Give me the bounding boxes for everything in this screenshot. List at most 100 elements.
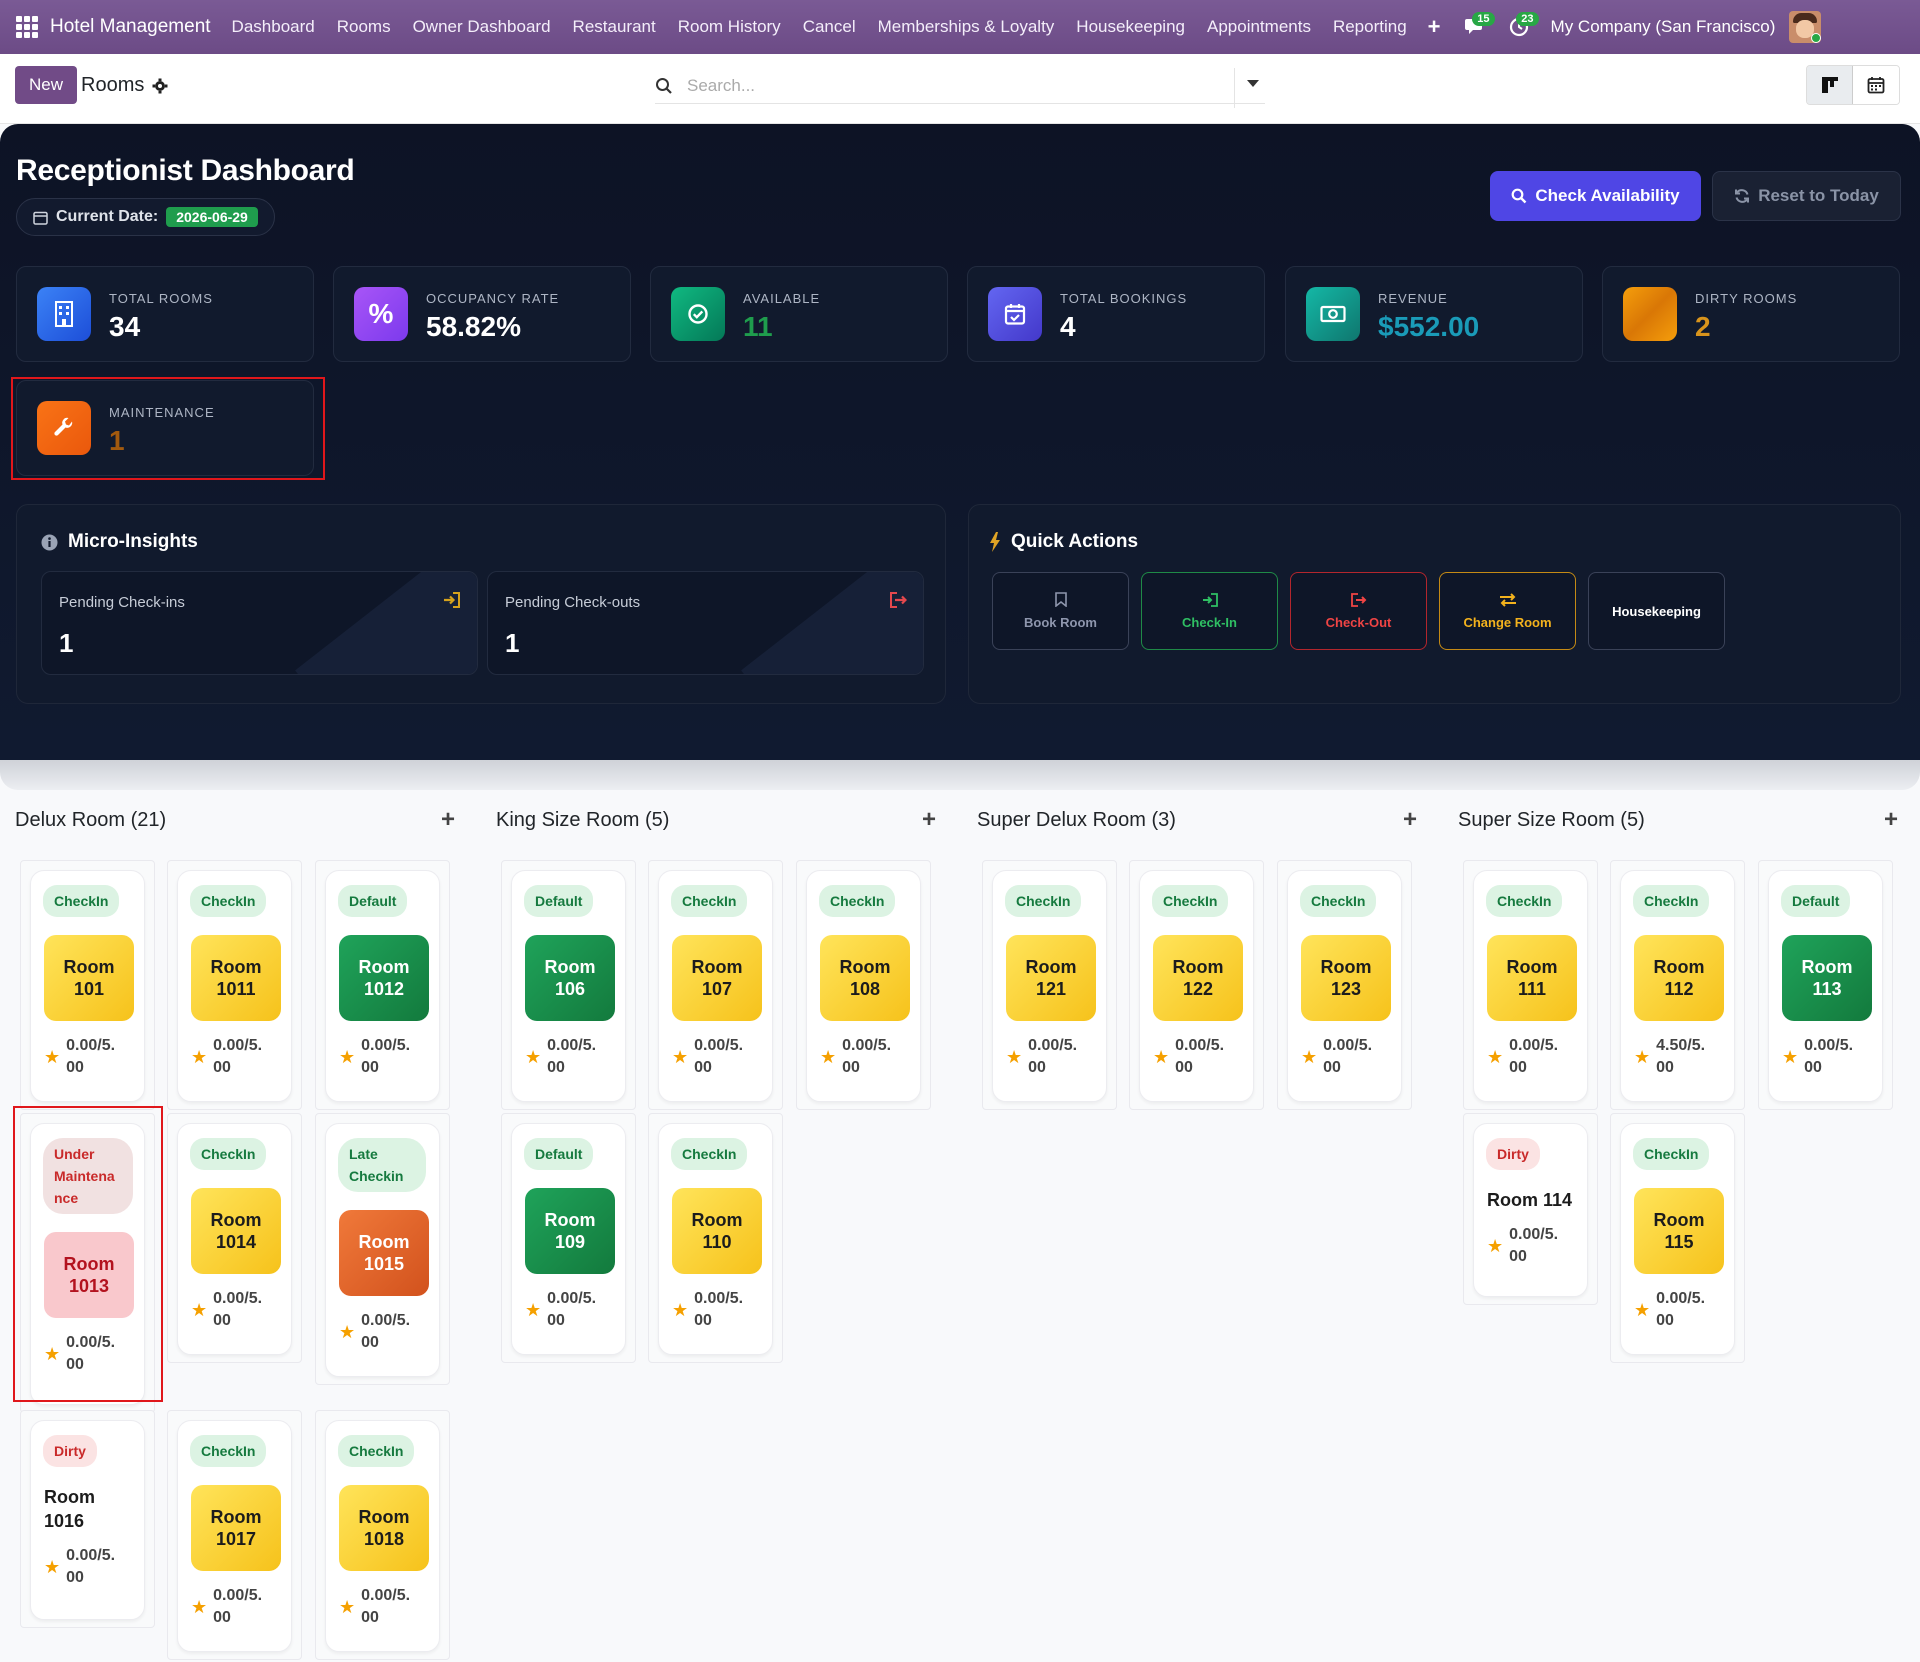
room-name-box[interactable]: Room 112 (1634, 935, 1724, 1021)
kanban-view-button[interactable] (1807, 66, 1853, 104)
column-add-icon[interactable]: + (1884, 806, 1898, 834)
room-name-box[interactable]: Room 1018 (339, 1485, 429, 1571)
room-card[interactable]: CheckIn Room 122 ★ 0.00/5. 00 (1139, 870, 1254, 1102)
room-name-box[interactable]: Room 123 (1301, 935, 1391, 1021)
room-card[interactable]: CheckIn Room 107 ★ 0.00/5. 00 (658, 870, 773, 1102)
room-card[interactable]: CheckIn Room 1011 ★ 0.00/5. 00 (177, 870, 292, 1102)
stat-maintenance[interactable]: MAINTENANCE 1 (16, 380, 314, 476)
room-name-box[interactable]: Room 122 (1153, 935, 1243, 1021)
stat-revenue[interactable]: REVENUE $552.00 (1285, 266, 1583, 362)
menu-memberships-loyalty[interactable]: Memberships & Loyalty (867, 17, 1066, 37)
stat-occupancy-rate[interactable]: % OCCUPANCY RATE 58.82% (333, 266, 631, 362)
company-switcher[interactable]: My Company (San Francisco) (1551, 17, 1776, 37)
room-card[interactable]: CheckIn Room 115 ★ 0.00/5. 00 (1620, 1123, 1735, 1355)
room-name-box[interactable]: Room 1014 (191, 1188, 281, 1274)
room-name-box[interactable]: Room 111 (1487, 935, 1577, 1021)
room-card[interactable]: Default Room 113 ★ 0.00/5. 00 (1768, 870, 1883, 1102)
room-card[interactable]: Default Room 109 ★ 0.00/5. 00 (511, 1123, 626, 1355)
book-room-button[interactable]: Book Room (992, 572, 1129, 650)
room-card[interactable]: CheckIn Room 123 ★ 0.00/5. 00 (1287, 870, 1402, 1102)
room-card-column: CheckIn Room 1011 ★ 0.00/5. 00 (167, 860, 302, 1110)
room-card[interactable]: CheckIn Room 112 ★ 4.50/5. 00 (1620, 870, 1735, 1102)
user-avatar[interactable] (1789, 11, 1822, 43)
room-name-box[interactable]: Room 115 (1634, 1188, 1724, 1274)
room-name-line: Room (1025, 957, 1077, 977)
room-name-line: 1015 (363, 1254, 405, 1274)
room-card[interactable]: CheckIn Room 1014 ★ 0.00/5. 00 (177, 1123, 292, 1355)
column-title-delux-room[interactable]: Delux Room (21) (15, 805, 166, 835)
calendar-view-button[interactable] (1853, 66, 1899, 104)
room-card-column: CheckIn Room 1014 ★ 0.00/5. 00 (167, 1113, 302, 1363)
menu-appointments[interactable]: Appointments (1196, 17, 1322, 37)
activities-button[interactable]: 23 (1499, 12, 1539, 42)
search-options-toggle-icon[interactable] (1247, 80, 1259, 87)
room-card[interactable]: CheckIn Room 108 ★ 0.00/5. 00 (806, 870, 921, 1102)
room-name-box[interactable]: Room 1017 (191, 1485, 281, 1571)
room-name-box[interactable]: Room 109 (525, 1188, 615, 1274)
stat-total-bookings[interactable]: TOTAL BOOKINGS 4 (967, 266, 1265, 362)
menu-reporting[interactable]: Reporting (1322, 17, 1418, 37)
room-card[interactable]: Dirty Room 114 ★ 0.00/5. 00 (1473, 1123, 1588, 1297)
room-name-box[interactable]: Room 1013 (44, 1232, 134, 1318)
room-card[interactable]: CheckIn Room 111 ★ 0.00/5. 00 (1473, 870, 1588, 1102)
pending-checkins-card[interactable]: Pending Check-ins 1 (41, 571, 478, 675)
new-button[interactable]: New (15, 66, 78, 104)
menu-dashboard[interactable]: Dashboard (221, 17, 326, 37)
stat-available[interactable]: AVAILABLE 11 (650, 266, 948, 362)
menu-room-history[interactable]: Room History (667, 17, 792, 37)
column-add-icon[interactable]: + (1403, 806, 1417, 834)
room-card[interactable]: CheckIn Room 1017 ★ 0.00/5. 00 (177, 1420, 292, 1652)
app-brand[interactable]: Hotel Management (50, 16, 211, 38)
room-card[interactable]: CheckIn Room 101 ★ 0.00/5. 00 (30, 870, 145, 1102)
room-name-box[interactable]: Room 1011 (191, 935, 281, 1021)
room-card[interactable]: CheckIn Room 110 ★ 0.00/5. 00 (658, 1123, 773, 1355)
column-add-icon[interactable]: + (922, 806, 936, 834)
menu-add-icon[interactable]: + (1428, 14, 1441, 40)
room-name-box[interactable]: Room 1012 (339, 935, 429, 1021)
room-card[interactable]: CheckIn Room 121 ★ 0.00/5. 00 (992, 870, 1107, 1102)
room-card[interactable]: CheckIn Room 1018 ★ 0.00/5. 00 (325, 1420, 440, 1652)
column-title-super-delux-room[interactable]: Super Delux Room (3) (977, 805, 1176, 835)
menu-housekeeping[interactable]: Housekeeping (1065, 17, 1196, 37)
room-name-box[interactable]: Room 107 (672, 935, 762, 1021)
stat-label: TOTAL ROOMS (109, 291, 213, 306)
room-name-box[interactable]: Room 121 (1006, 935, 1096, 1021)
room-card[interactable]: Under Maintena nce Room 1013 ★ 0.00/5. 00 (30, 1123, 145, 1405)
room-name-box[interactable]: Room 1015 (339, 1210, 429, 1296)
change-room-button[interactable]: Change Room (1439, 572, 1576, 650)
reset-to-today-button[interactable]: Reset to Today (1712, 171, 1901, 221)
room-name-box[interactable]: Room 113 (1782, 935, 1872, 1021)
menu-rooms[interactable]: Rooms (326, 17, 402, 37)
rating-value: 0.00/5. 00 (547, 1035, 596, 1079)
stat-total-rooms[interactable]: TOTAL ROOMS 34 (16, 266, 314, 362)
room-name-box[interactable]: Room 110 (672, 1188, 762, 1274)
menu-restaurant[interactable]: Restaurant (562, 17, 667, 37)
messages-button[interactable]: 15 (1455, 12, 1495, 42)
star-icon: ★ (672, 1299, 689, 1320)
building-icon (37, 287, 91, 341)
column-title-king-size-room[interactable]: King Size Room (5) (496, 805, 669, 835)
stat-dirty-rooms[interactable]: DIRTY ROOMS 2 (1602, 266, 1900, 362)
room-card[interactable]: Dirty Room 1016 ★ 0.00/5. 00 (30, 1420, 145, 1620)
room-card[interactable]: Late Checkin Room 1015 ★ 0.00/5. 00 (325, 1123, 440, 1377)
search-icon (1511, 188, 1527, 204)
search-input[interactable]: Search... (687, 76, 755, 96)
check-availability-button[interactable]: Check Availability (1490, 171, 1701, 221)
room-card-column: CheckIn Room 112 ★ 4.50/5. 00 (1610, 860, 1745, 1110)
stat-value: $552.00 (1378, 311, 1480, 342)
menu-cancel[interactable]: Cancel (792, 17, 867, 37)
housekeeping-button[interactable]: Housekeeping (1588, 572, 1725, 650)
check-out-button[interactable]: Check-Out (1290, 572, 1427, 650)
check-in-button[interactable]: Check-In (1141, 572, 1278, 650)
menu-owner-dashboard[interactable]: Owner Dashboard (402, 17, 562, 37)
room-name-box[interactable]: Room 106 (525, 935, 615, 1021)
column-title-super-size-room[interactable]: Super Size Room (5) (1458, 805, 1645, 835)
room-name-box[interactable]: Room 101 (44, 935, 134, 1021)
column-add-icon[interactable]: + (441, 806, 455, 834)
room-card[interactable]: Default Room 106 ★ 0.00/5. 00 (511, 870, 626, 1102)
room-name-box[interactable]: Room 108 (820, 935, 910, 1021)
gear-icon[interactable] (152, 78, 168, 94)
room-card[interactable]: Default Room 1012 ★ 0.00/5. 00 (325, 870, 440, 1102)
apps-menu-icon[interactable] (16, 16, 38, 38)
pending-checkouts-card[interactable]: Pending Check-outs 1 (487, 571, 924, 675)
